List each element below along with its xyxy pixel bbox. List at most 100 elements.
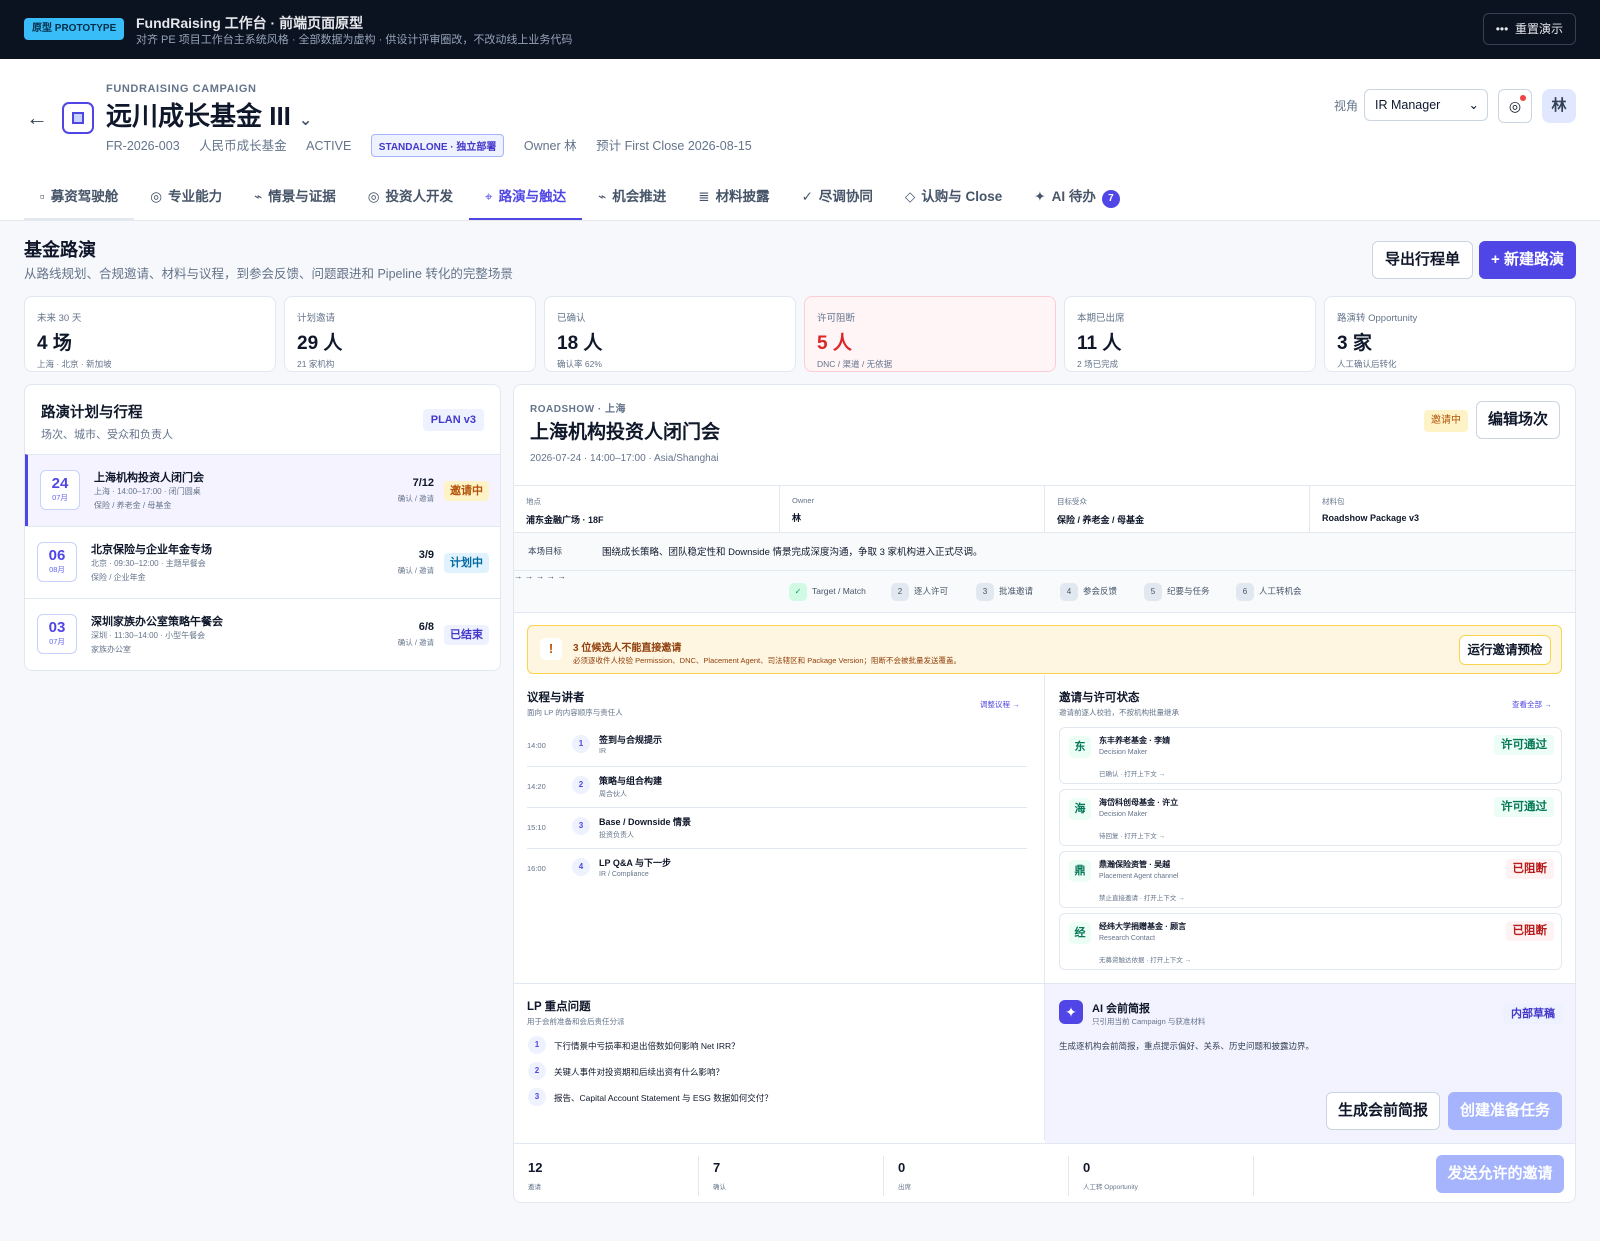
- tab-roadshow[interactable]: ⌖ 路演与触达: [469, 179, 583, 220]
- back-arrow-icon[interactable]: ←: [26, 105, 48, 131]
- question-text: 关键人事件对投资期和后续出资有什么影响？: [554, 1067, 725, 1077]
- agenda-number: 3: [572, 817, 590, 835]
- workflow-step: ✓ Target / Match: [789, 583, 866, 601]
- plan-version-tag: PLAN v3: [422, 409, 484, 431]
- tab-dd[interactable]: ✓ 尽调协同: [786, 179, 889, 220]
- avatar[interactable]: 林: [1542, 89, 1576, 123]
- kpi-card: 已确认 18 人确认率 62%: [544, 296, 796, 372]
- tab-ai-todo[interactable]: ✦ AI 待办 7: [1018, 179, 1136, 220]
- invitee-context[interactable]: 无募资触达依据 · 打开上下文 →: [1099, 954, 1191, 964]
- info-label: 地点: [526, 497, 541, 506]
- agenda-item-title: 策略与组合构建: [599, 776, 663, 786]
- step-number: 6: [1236, 583, 1254, 601]
- workflow-step: 6 人工转机会: [1236, 583, 1302, 601]
- tab-capabilities[interactable]: ◎ 专业能力: [134, 179, 238, 220]
- tab-cockpit[interactable]: ▫ 募资驾驶舱: [24, 179, 135, 220]
- ai-brief-title: AI 会前简报: [1092, 1003, 1151, 1015]
- plan-row-name: 深圳家族办公室策略午餐会: [91, 616, 223, 628]
- date-day: 24: [51, 475, 69, 492]
- check-icon: ✓: [789, 583, 807, 601]
- plan-row[interactable]: 03 07月 深圳家族办公室策略午餐会 深圳 · 11:30–14:00 · 小型…: [25, 598, 500, 670]
- tab-materials[interactable]: ≣ 材料披露: [682, 179, 785, 220]
- sparkle-icon: ✦: [1034, 189, 1046, 204]
- chevron-down-icon: ⌄: [1468, 98, 1479, 112]
- invite-card[interactable]: 鼎鼎瀚保险资管 · 吴越 Placement Agent channel 禁止直接邀…: [1059, 851, 1562, 908]
- invite-card[interactable]: 经经纬大学捐赠基金 · 顾言 Research Contact 无募资触达依据 · …: [1059, 913, 1562, 970]
- plan-row-name: 上海机构投资人闭门会: [94, 472, 204, 484]
- plan-row[interactable]: 06 08月 北京保险与企业年金专场 北京 · 09:30–12:00 · 主题早…: [25, 526, 500, 598]
- kpi-strip: 未来 30 天 4 场上海 · 北京 · 新加坡 计划邀请 29 人 21 家机构 已…: [24, 296, 1576, 372]
- plan-row-count: 7/12: [412, 477, 434, 489]
- invite-card[interactable]: 东东丰养老基金 · 李婧 Decision Maker 已确认 · 打开上下文 → 许…: [1059, 727, 1562, 784]
- invitee-name: 海岱科创母基金 · 许立: [1099, 798, 1179, 807]
- status-badge: 已阻断: [1505, 921, 1554, 941]
- step-label: 逐人许可: [914, 586, 949, 596]
- view-label: 视角: [1334, 99, 1359, 113]
- date-day: 06: [48, 547, 66, 564]
- footer-stat: 0 人工转 Opportunity: [1069, 1156, 1254, 1196]
- plan-row[interactable]: 24 07月 上海机构投资人闭门会 上海 · 14:00–17:00 · 闭门圆桌…: [25, 454, 500, 526]
- ai-brief-panel: ✦ AI 会前简报 只引用当前 Campaign 与获准材料 内部草稿 生成逐机…: [1045, 984, 1575, 1143]
- kpi-sub: 上海 · 北京 · 新加坡: [37, 359, 112, 369]
- create-prep-task-button[interactable]: 创建准备任务: [1448, 1092, 1562, 1130]
- tab-label: 路演与触达: [498, 189, 567, 204]
- check-icon: ✓: [801, 189, 813, 204]
- step-number: 4: [1060, 583, 1078, 601]
- agenda-item: 14:20 2 策略与组合构建 周合伙人: [527, 768, 1027, 808]
- invitee-context[interactable]: 待回复 · 打开上下文 →: [1099, 830, 1165, 840]
- step-label: 纪要与任务: [1167, 586, 1210, 596]
- plan-row-meta: 深圳 · 11:30–14:00 · 小型午餐会: [91, 631, 206, 640]
- kpi-card: 本期已出席 11 人 2 场已完成: [1064, 296, 1316, 372]
- notification-button[interactable]: ◎: [1498, 89, 1532, 123]
- question-text: 下行情景中亏损率和退出倍数如何影响 Net IRR？: [554, 1041, 740, 1051]
- deploy-tag: STANDALONE · 独立部署: [370, 134, 505, 157]
- info-label: 材料包: [1322, 497, 1345, 506]
- view-all-link[interactable]: 查看全部 →: [1512, 699, 1552, 710]
- new-roadshow-button[interactable]: + 新建路演: [1479, 241, 1576, 279]
- chevron-down-icon: ⌄: [298, 112, 313, 129]
- kpi-label: 许可阻断: [817, 313, 856, 324]
- invitee-context[interactable]: 禁止直接邀请 · 打开上下文 →: [1099, 892, 1185, 902]
- question-text: 报告、Capital Account Statement 与 ESG 数据如何交…: [554, 1093, 773, 1103]
- generate-brief-button[interactable]: 生成会前简报: [1326, 1092, 1440, 1130]
- run-precheck-button[interactable]: 运行邀请预检: [1459, 635, 1551, 665]
- plan-row-count: 3/9: [418, 549, 434, 561]
- stat-label: 邀请: [528, 1184, 541, 1191]
- tab-scenarios[interactable]: ⌁ 情景与证据: [238, 179, 352, 220]
- first-close-date: 预计 First Close 2026-08-15: [596, 139, 752, 153]
- send-invites-button[interactable]: 发送允许的邀请: [1436, 1155, 1564, 1193]
- step-label: 参会反馈: [1083, 586, 1118, 596]
- adjust-agenda-link[interactable]: 调整议程 →: [980, 699, 1020, 710]
- invitee-context[interactable]: 已确认 · 打开上下文 →: [1099, 768, 1165, 778]
- export-itinerary-button[interactable]: 导出行程单: [1372, 241, 1474, 279]
- view-select[interactable]: IR Manager ⌄: [1364, 89, 1488, 121]
- fund-type: 人民币成长基金: [199, 139, 287, 153]
- tab-opportunity[interactable]: ⌁ 机会推进: [582, 179, 682, 220]
- detail-time: 2026-07-24 · 14:00–17:00 · Asia/Shanghai: [530, 453, 719, 464]
- agenda-item: 16:00 4 LP Q&A 与下一步 IR / Compliance: [527, 850, 1027, 890]
- tab-label: AI 待办: [1051, 189, 1096, 204]
- tab-subscription[interactable]: ◇ 认购与 Close: [889, 179, 1018, 220]
- tab-label: 尽调协同: [818, 189, 873, 204]
- kpi-label: 本期已出席: [1077, 313, 1125, 324]
- plan-row-name: 北京保险与企业年金专场: [91, 544, 212, 556]
- agenda-item-title: Base / Downside 情景: [599, 817, 692, 827]
- topbar-subtitle: 对齐 PE 项目工作台主系统风格 · 全部数据为虚构 · 供设计评审圈改，不改动…: [136, 34, 573, 46]
- questions-subtitle: 用于会前准备和会后责任分派: [527, 1017, 625, 1026]
- invite-card[interactable]: 海海岱科创母基金 · 许立 Decision Maker 待回复 · 打开上下文 →…: [1059, 789, 1562, 846]
- detail-footer: 12 邀请 7 确认 0 出席 0 人工转 Opportunity 发送允许的邀请: [514, 1143, 1575, 1202]
- agenda-item-title: LP Q&A 与下一步: [599, 858, 672, 868]
- info-value: 保险 / 养老金 / 母基金: [1057, 515, 1145, 525]
- campaign-title: 远川成长基金 III: [106, 101, 291, 131]
- stat-value: 0: [898, 1160, 906, 1175]
- date-chip: 03 07月: [37, 614, 77, 654]
- tab-investor-dev[interactable]: ◎ 投资人开发: [352, 179, 469, 220]
- reset-demo-button[interactable]: ••• 重置演示: [1482, 13, 1576, 45]
- step-number: 2: [891, 583, 909, 601]
- campaign-title-switcher[interactable]: 远川成长基金 III ⌄: [106, 96, 312, 133]
- target-icon: ◎: [367, 189, 380, 204]
- edit-session-button[interactable]: 编辑场次: [1476, 401, 1560, 439]
- diamond-icon: ◇: [904, 189, 916, 204]
- plan-row-audience: 保险 / 企业年金: [91, 573, 146, 582]
- page-title: 基金路演: [24, 240, 96, 260]
